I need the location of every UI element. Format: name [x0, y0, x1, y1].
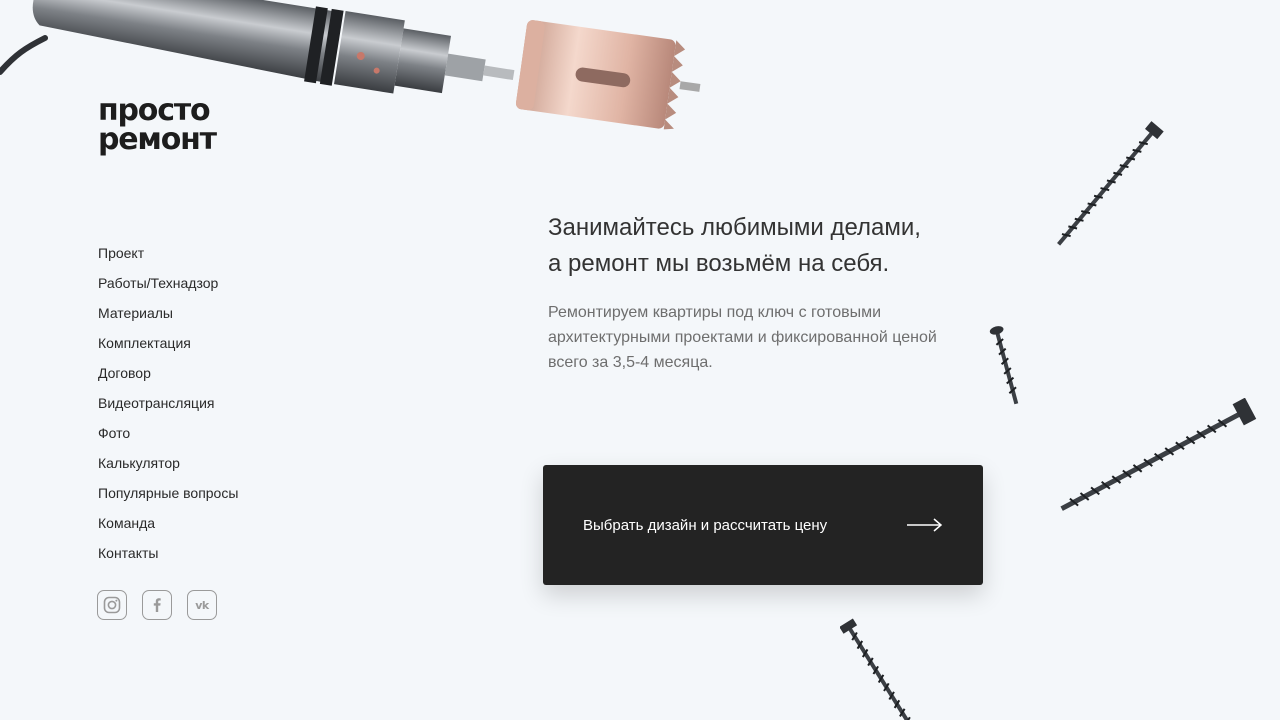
- arrow-right-icon: [907, 518, 943, 532]
- nav-item: Работы/Технадзор: [98, 274, 238, 304]
- nav-item: Команда: [98, 514, 238, 544]
- choose-design-button[interactable]: Выбрать дизайн и рассчитать цену: [543, 465, 983, 585]
- instagram-icon: [103, 596, 121, 614]
- nav-link-materials[interactable]: Материалы: [98, 304, 173, 322]
- screw-image: [989, 326, 1019, 405]
- brand-logo-line1: просто: [98, 93, 211, 128]
- nav-link-contract[interactable]: Договор: [98, 364, 151, 382]
- hero-description: Ремонтируем квартиры под ключ с готовыми…: [548, 304, 937, 371]
- instagram-button[interactable]: [97, 590, 127, 620]
- social-links: vk: [97, 590, 217, 620]
- nav-item: Фото: [98, 424, 238, 454]
- nav-link-team[interactable]: Команда: [98, 514, 155, 532]
- main-nav: Проект Работы/Технадзор Материалы Компле…: [98, 244, 238, 574]
- nav-link-photo[interactable]: Фото: [98, 424, 130, 442]
- facebook-button[interactable]: [142, 590, 172, 620]
- brand-logo-line2: ремонт: [98, 122, 217, 157]
- nav-link-contacts[interactable]: Контакты: [98, 544, 158, 562]
- nav-item: Договор: [98, 364, 238, 394]
- brand-logo[interactable]: просто ремонт: [98, 93, 217, 157]
- screw-image: [840, 618, 919, 720]
- vk-icon: vk: [195, 598, 209, 612]
- nav-item: Контакты: [98, 544, 238, 574]
- nav-link-works[interactable]: Работы/Технадзор: [98, 274, 218, 292]
- nav-item: Проект: [98, 244, 238, 274]
- nav-item: Калькулятор: [98, 454, 238, 484]
- hero-headline: Занимайтесь любимыми делами, а ремонт мы…: [548, 210, 921, 282]
- facebook-icon: [153, 598, 161, 612]
- hero-headline-line1: Занимайтесь любимыми делами,: [548, 214, 921, 241]
- choose-design-button-label: Выбрать дизайн и рассчитать цену: [583, 516, 828, 534]
- nav-item: Материалы: [98, 304, 238, 334]
- nav-item: Комплектация: [98, 334, 238, 364]
- screw-image: [1057, 121, 1164, 246]
- nav-link-project[interactable]: Проект: [98, 244, 144, 262]
- hero-headline-line2: а ремонт мы возьмём на себя.: [548, 250, 890, 277]
- nav-link-equipment[interactable]: Комплектация: [98, 334, 191, 352]
- nav-item: Видеотрансляция: [98, 394, 238, 424]
- screw-image: [1060, 398, 1257, 511]
- nav-link-calculator[interactable]: Калькулятор: [98, 454, 180, 472]
- vk-button[interactable]: vk: [187, 590, 217, 620]
- nav-item: Популярные вопросы: [98, 484, 238, 514]
- nav-link-faq[interactable]: Популярные вопросы: [98, 484, 238, 502]
- nav-link-video[interactable]: Видеотрансляция: [98, 394, 214, 412]
